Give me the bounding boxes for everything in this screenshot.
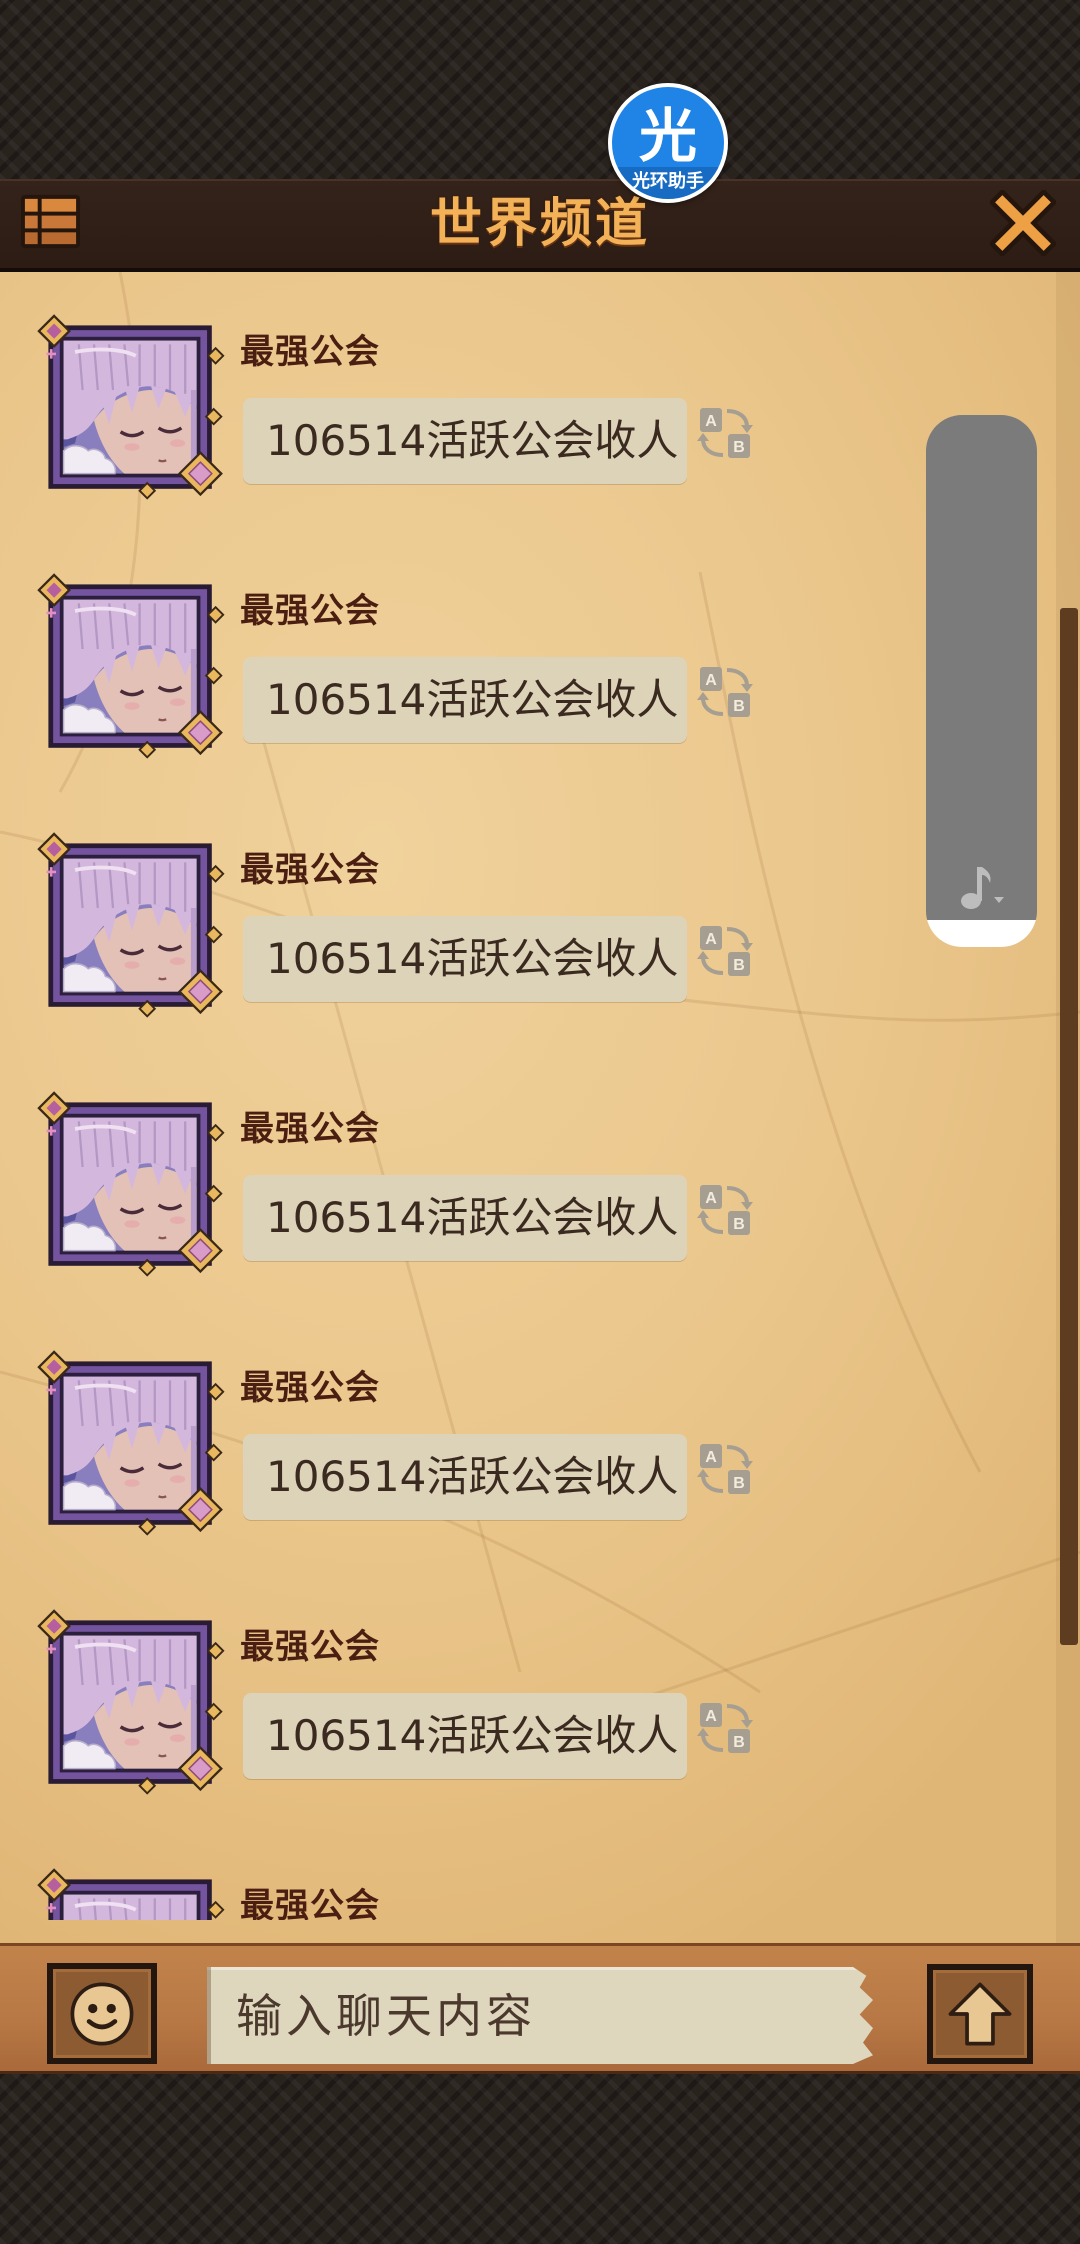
avatar-icon <box>37 1350 225 1536</box>
message-text: 106514活跃公会收人 <box>266 1711 679 1760</box>
sender-name[interactable]: 最强公会 <box>240 1627 380 1667</box>
translate-button[interactable]: A B <box>697 1441 753 1497</box>
message-text: 106514活跃公会收人 <box>266 1452 679 1501</box>
chat-message: 最强公会 106514活跃公会收人 A B <box>0 1091 1050 1350</box>
message-bubble[interactable]: 106514活跃公会收人 <box>243 1434 687 1520</box>
translate-letter-a: A <box>705 1190 717 1207</box>
sender-name[interactable]: 最强公会 <box>240 332 380 372</box>
scrollbar-thumb[interactable] <box>1060 608 1078 1645</box>
avatar-icon <box>37 573 225 759</box>
chat-header: 世界频道 <box>0 179 1080 272</box>
translate-letter-b: B <box>733 698 745 715</box>
emoji-button[interactable] <box>47 1963 157 2064</box>
bottom-background <box>0 2074 1080 2244</box>
translate-letter-b: B <box>733 957 745 974</box>
sender-name[interactable]: 最强公会 <box>240 1886 380 1920</box>
message-bubble[interactable]: 106514活跃公会收人 <box>243 916 687 1002</box>
chat-message: 最强公会 106514活跃公会收人 A B <box>0 314 1050 573</box>
translate-letter-b: B <box>733 1734 745 1751</box>
avatar[interactable] <box>37 314 227 504</box>
close-icon <box>990 190 1056 256</box>
message-text: 106514活跃公会收人 <box>266 416 679 465</box>
translate-icon: A B <box>697 1703 753 1753</box>
translate-button[interactable]: A B <box>697 405 753 461</box>
avatar-icon <box>37 314 225 500</box>
translate-icon: A B <box>697 408 753 458</box>
close-button[interactable] <box>990 190 1056 256</box>
avatar[interactable] <box>37 832 227 1022</box>
avatar[interactable] <box>37 573 227 763</box>
translate-letter-a: A <box>705 672 717 689</box>
message-bubble[interactable]: 106514活跃公会收人 <box>243 1175 687 1261</box>
translate-letter-b: B <box>733 1216 745 1233</box>
emoji-face-icon <box>70 1982 134 2045</box>
chat-input[interactable] <box>207 1967 873 2064</box>
translate-icon: A B <box>697 667 753 717</box>
translate-icon: A B <box>697 926 753 976</box>
translate-button[interactable]: A B <box>697 1182 753 1238</box>
avatar-icon <box>37 832 225 1018</box>
chat-input-box[interactable] <box>207 1967 873 2064</box>
translate-letter-a: A <box>705 931 717 948</box>
music-widget[interactable] <box>926 415 1037 947</box>
floating-assistant-badge[interactable]: 光 光环助手 <box>608 83 728 203</box>
avatar-icon <box>37 1609 225 1795</box>
sender-name[interactable]: 最强公会 <box>240 1109 380 1149</box>
avatar[interactable] <box>37 1091 227 1281</box>
translate-icon: A B <box>697 1444 753 1494</box>
avatar[interactable] <box>37 1609 227 1799</box>
chat-message: 最强公会 <box>0 1868 1050 1920</box>
send-button[interactable] <box>927 1964 1033 2064</box>
translate-letter-b: B <box>733 1475 745 1492</box>
avatar-icon <box>37 1091 225 1277</box>
message-bubble[interactable]: 106514活跃公会收人 <box>243 398 687 484</box>
send-arrow-icon <box>948 1982 1012 2046</box>
page-title: 世界频道 <box>429 194 650 254</box>
chat-message: 最强公会 106514活跃公会收人 A B <box>0 1350 1050 1609</box>
avatar[interactable] <box>37 1350 227 1540</box>
translate-letter-b: B <box>733 439 745 456</box>
message-text: 106514活跃公会收人 <box>266 1193 679 1242</box>
chat-message: 最强公会 106514活跃公会收人 A B <box>0 832 1050 1091</box>
message-text: 106514活跃公会收人 <box>266 675 679 724</box>
sender-name[interactable]: 最强公会 <box>240 850 380 890</box>
chat-composer <box>0 1943 1080 2074</box>
translate-button[interactable]: A B <box>697 923 753 979</box>
translate-letter-a: A <box>705 413 717 430</box>
message-text: 106514活跃公会收人 <box>266 934 679 983</box>
translate-button[interactable]: A B <box>697 664 753 720</box>
badge-label: 光环助手 <box>632 171 704 192</box>
message-bubble[interactable]: 106514活跃公会收人 <box>243 657 687 743</box>
sender-name[interactable]: 最强公会 <box>240 591 380 631</box>
badge-glyph: 光 <box>638 102 697 170</box>
chat-message: 最强公会 106514活跃公会收人 A B <box>0 573 1050 832</box>
chat-message: 最强公会 106514活跃公会收人 A B <box>0 1609 1050 1868</box>
message-bubble[interactable]: 106514活跃公会收人 <box>243 1693 687 1779</box>
translate-icon: A B <box>697 1185 753 1235</box>
chat-content: 最强公会 106514活跃公会收人 A B 最强公会 106514活跃公会收人 … <box>0 272 1080 1943</box>
avatar[interactable] <box>37 1868 227 1920</box>
top-background <box>0 0 1080 180</box>
translate-letter-a: A <box>705 1449 717 1466</box>
message-list[interactable]: 最强公会 106514活跃公会收人 A B 最强公会 106514活跃公会收人 … <box>0 272 1080 1920</box>
sender-name[interactable]: 最强公会 <box>240 1368 380 1408</box>
avatar-icon <box>37 1868 225 1920</box>
translate-letter-a: A <box>705 1708 717 1725</box>
translate-button[interactable]: A B <box>697 1700 753 1756</box>
music-note-icon <box>961 867 1004 909</box>
